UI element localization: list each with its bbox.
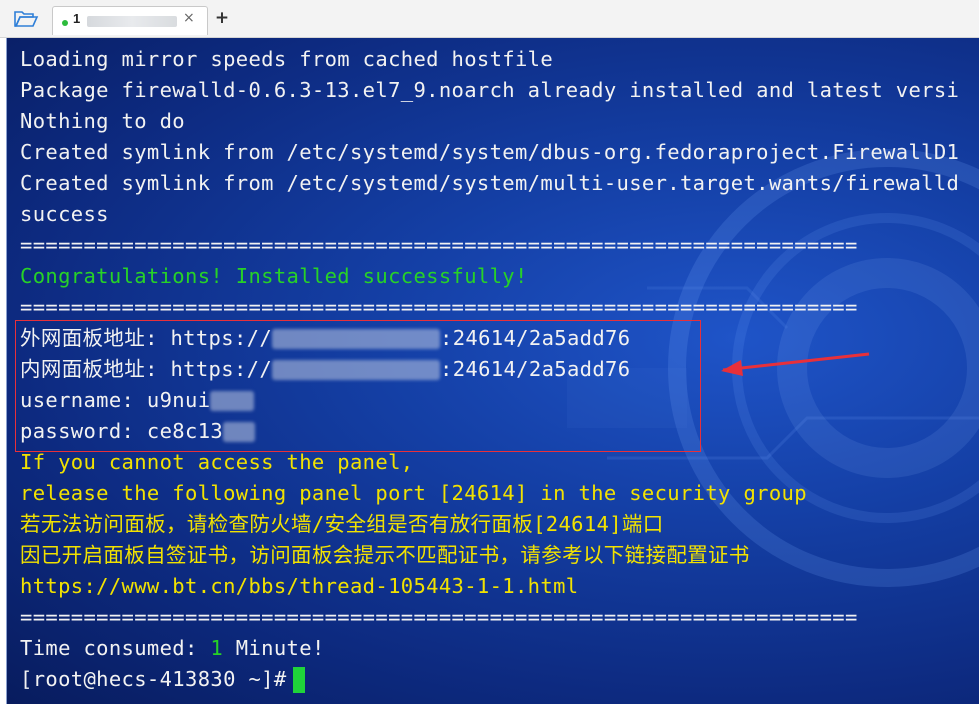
terminal-line: Created symlink from /etc/systemd/system… <box>20 171 960 195</box>
terminal-cursor <box>292 667 305 693</box>
terminal-line: Nothing to do <box>20 109 185 133</box>
note-line: release the following panel port [24614]… <box>20 481 807 505</box>
terminal-line: Loading mirror speeds from cached hostfi… <box>20 47 554 71</box>
terminal-line: success <box>20 202 109 226</box>
separator-line: ========================================… <box>20 295 858 319</box>
note-line: 若无法访问面板，请检查防火墙/安全组是否有放行面板[24614]端口 <box>20 512 664 536</box>
time-value: 1 <box>210 636 224 660</box>
separator-line: ========================================… <box>20 605 858 629</box>
time-consumed: Time consumed: 1 Minute! <box>20 633 325 664</box>
tab-bar: 1 × + <box>0 0 979 38</box>
shell-prompt[interactable]: [root@hecs-413830 ~]# <box>20 664 305 695</box>
red-arrow-icon <box>721 352 870 376</box>
tab-title: 1 <box>73 11 81 26</box>
time-label: Time consumed: <box>20 636 211 660</box>
new-tab-button[interactable]: + <box>212 6 232 30</box>
tab-host-redacted <box>87 16 177 27</box>
terminal-output[interactable]: Loading mirror speeds from cached hostfi… <box>6 38 979 704</box>
time-unit: Minute! <box>223 636 325 660</box>
prompt-text: [root@hecs-413830 ~]# <box>20 667 287 691</box>
note-line: 因已开启面板自签证书，访问面板会提示不匹配证书，请参考以下链接配置证书 <box>20 543 750 567</box>
certificate-help-link[interactable]: https://www.bt.cn/bbs/thread-105443-1-1.… <box>20 571 578 602</box>
terminal-line: Package firewalld-0.6.3-13.el7_9.noarch … <box>20 78 960 102</box>
terminal-line: Created symlink from /etc/systemd/system… <box>20 140 960 164</box>
separator-line: ========================================… <box>20 233 858 257</box>
note-line: If you cannot access the panel, <box>20 450 414 474</box>
session-tab[interactable]: 1 × <box>52 6 208 35</box>
credentials-highlight-box <box>15 320 701 452</box>
success-message: Congratulations! Installed successfully! <box>20 264 528 288</box>
folder-open-icon[interactable] <box>13 8 39 30</box>
connected-status-icon <box>62 20 68 26</box>
close-tab-icon[interactable]: × <box>183 10 195 26</box>
